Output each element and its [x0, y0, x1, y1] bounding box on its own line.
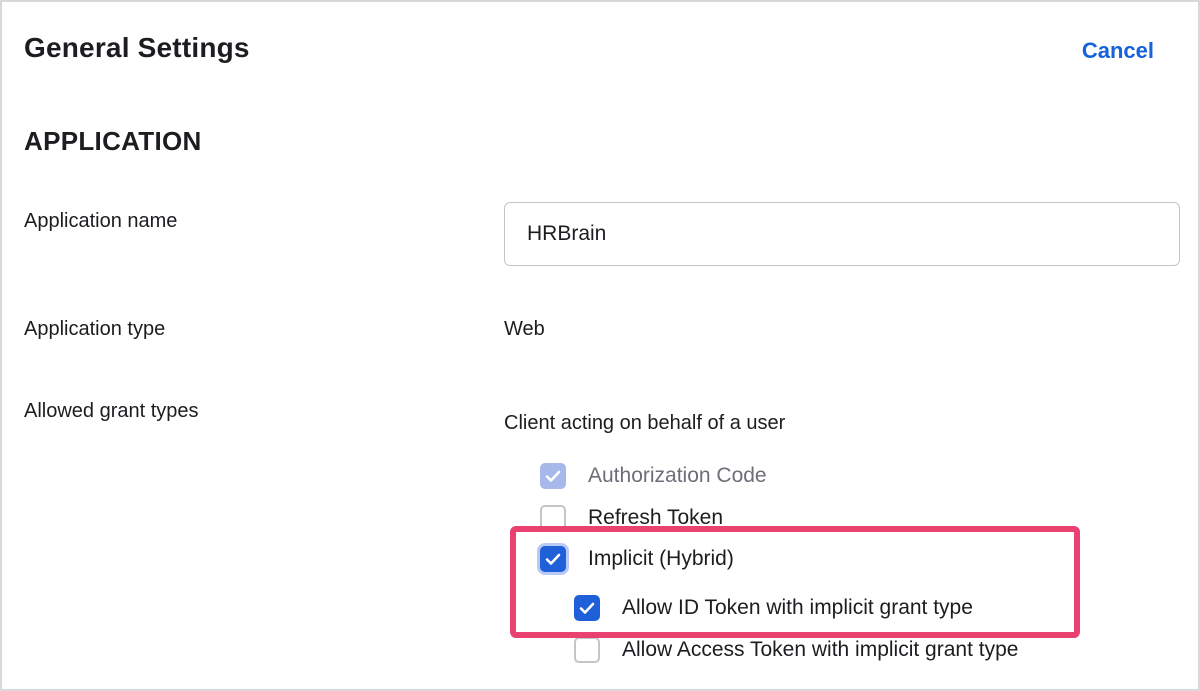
authorization-code-label: Authorization Code	[588, 464, 767, 487]
app-name-label: Application name	[24, 210, 178, 232]
grant-types-label: Allowed grant types	[24, 400, 199, 422]
grant-group-heading: Client acting on behalf of a user	[504, 412, 786, 434]
grant-authorization-code[interactable]: Authorization Code	[540, 463, 767, 489]
grant-implicit-hybrid[interactable]: Implicit (Hybrid)	[540, 546, 734, 572]
app-type-label: Application type	[24, 318, 166, 340]
page-title: General Settings	[24, 32, 250, 63]
checkmark-icon	[545, 553, 561, 565]
refresh-token-label: Refresh Token	[588, 506, 724, 529]
implicit-hybrid-label: Implicit (Hybrid)	[588, 547, 734, 570]
section-title: APPLICATION	[24, 126, 202, 156]
implicit-hybrid-checkbox[interactable]	[540, 546, 566, 572]
annotation-highlight-box	[510, 526, 1080, 638]
refresh-token-checkbox[interactable]	[540, 505, 566, 531]
allow-id-token-checkbox[interactable]	[574, 595, 600, 621]
allow-access-token-checkbox[interactable]	[574, 637, 600, 663]
grant-refresh-token[interactable]: Refresh Token	[540, 505, 723, 531]
grant-allow-id-token[interactable]: Allow ID Token with implicit grant type	[574, 595, 973, 621]
app-name-input[interactable]	[504, 202, 1180, 266]
allow-access-token-label: Allow Access Token with implicit grant t…	[622, 638, 1019, 661]
general-settings-panel: General Settings Cancel APPLICATION Appl…	[0, 0, 1200, 691]
checkmark-icon	[579, 602, 595, 614]
app-type-value: Web	[504, 318, 545, 340]
grant-allow-access-token[interactable]: Allow Access Token with implicit grant t…	[574, 637, 1018, 663]
allow-id-token-label: Allow ID Token with implicit grant type	[622, 596, 973, 619]
checkmark-icon	[545, 470, 561, 482]
cancel-button[interactable]: Cancel	[1082, 38, 1154, 64]
authorization-code-checkbox[interactable]	[540, 463, 566, 489]
